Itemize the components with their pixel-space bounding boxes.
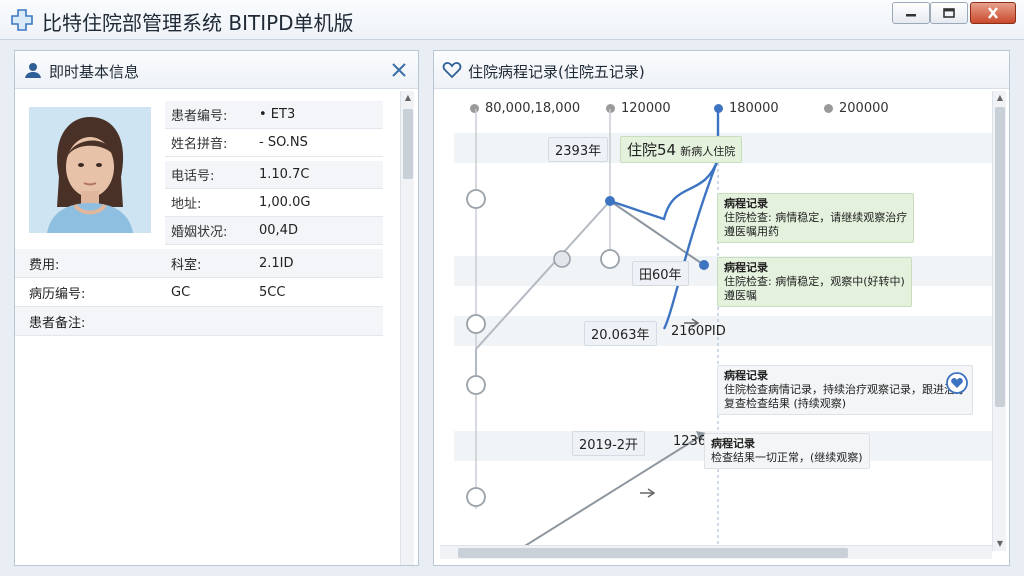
window-title: 比特住院部管理系统 BITIPD单机版: [42, 11, 354, 35]
timeline-arrow-head: [640, 488, 656, 498]
extra-row: 患者备注:: [15, 307, 383, 336]
timeline-tag[interactable]: 住院54 新病人住院: [620, 136, 743, 163]
progress-note[interactable]: 病程记录 住院检查: 病情稳定，观察中(好转中) 遵医嘱: [717, 257, 912, 307]
timeline-tag[interactable]: 2160PID: [664, 321, 733, 342]
extra-label: 病历编号:: [29, 286, 86, 302]
progress-notes-title: 住院病程记录(住院五记录): [468, 63, 645, 81]
info-key: 电话号:: [171, 169, 215, 184]
scroll-thumb[interactable]: [403, 109, 413, 179]
timeline-node[interactable]: [466, 375, 486, 395]
note-heading: 病程记录: [724, 261, 768, 274]
patient-avatar-image: [29, 107, 151, 233]
info-value: 00,4D: [259, 223, 298, 238]
minimize-icon: [906, 14, 916, 17]
progress-note[interactable]: 病程记录 检查结果一切正常，(继续观察): [704, 433, 870, 469]
info-value: 1.10.7C: [259, 167, 310, 182]
right-vertical-scrollbar[interactable]: ▲ ▼: [992, 91, 1006, 551]
timeline-tag[interactable]: 2393年: [548, 137, 609, 162]
scroll-up-icon[interactable]: ▲: [993, 91, 1007, 105]
info-value: - SO.NS: [259, 135, 308, 150]
extra-row: 病历编号: GC 5CC: [15, 278, 383, 307]
timeline-node[interactable]: [553, 250, 571, 268]
timeline-tag[interactable]: 田60年: [632, 261, 689, 286]
info-key: 婚姻状况:: [171, 225, 228, 240]
minimize-button[interactable]: [892, 2, 930, 24]
timeline-tag-text: 住院54: [627, 141, 677, 159]
extra-value: 5CC: [259, 284, 286, 300]
maximize-button[interactable]: [930, 2, 968, 24]
info-key: 地址:: [171, 197, 202, 212]
patient-info-table: 患者编号: • ET3 姓名拼音: - SO.NS 电话号: 1.10.7C 地…: [165, 101, 383, 245]
progress-note[interactable]: 病程记录 住院检查病情记录，持续治疗观察记录，跟进治疗 复查检查结果 (持续观察…: [717, 365, 973, 415]
extra-label: 费用:: [29, 257, 60, 273]
close-icon: [988, 7, 998, 19]
medical-cross-icon: [11, 9, 33, 31]
timeline-node-active[interactable]: [699, 260, 709, 270]
note-heading: 病程记录: [711, 437, 755, 450]
info-row: 地址: 1,00.0G: [165, 189, 383, 217]
extra-key: 科室:: [171, 257, 202, 273]
extra-label: 患者备注:: [29, 315, 86, 331]
note-body: 住院检查: 病情稳定，请继续观察治疗 遵医嘱用药: [724, 211, 908, 238]
patient-info-title: 即时基本信息: [49, 63, 140, 81]
timeline-node[interactable]: [466, 314, 486, 334]
scroll-thumb[interactable]: [458, 548, 848, 558]
extra-key: GC: [171, 284, 191, 300]
note-body: 住院检查: 病情稳定，观察中(好转中) 遵医嘱: [724, 275, 905, 302]
right-horizontal-scrollbar[interactable]: [440, 545, 992, 559]
note-body: 检查结果一切正常，(继续观察): [711, 451, 863, 464]
timeline-tag[interactable]: 20.063年: [584, 321, 657, 346]
note-heading: 病程记录: [724, 369, 768, 382]
timeline-tag-note: 新病人住院: [680, 145, 736, 158]
info-value: 1,00.0G: [259, 195, 311, 210]
timeline-node[interactable]: [466, 189, 486, 209]
progress-notes-panel: 住院病程记录(住院五记录) 80,000,18,000 120000 18000…: [433, 50, 1010, 566]
note-heading: 病程记录: [724, 197, 768, 210]
extra-row: 费用: 科室: 2.1ID: [15, 249, 383, 278]
info-key: 姓名拼音:: [171, 137, 228, 152]
patient-extra-table: 费用: 科室: 2.1ID 病历编号: GC 5CC 患者备注:: [15, 249, 383, 336]
timeline-node[interactable]: [600, 249, 620, 269]
patient-photo: [29, 107, 151, 233]
restore-icon: [943, 8, 955, 18]
info-key: 患者编号:: [171, 109, 228, 124]
timeline-branch-line: [609, 200, 705, 266]
user-group-icon: [25, 63, 41, 78]
progress-note[interactable]: 病程记录 住院检查: 病情稳定，请继续观察治疗 遵医嘱用药: [717, 193, 915, 243]
left-vertical-scrollbar[interactable]: ▲: [400, 91, 414, 565]
info-row: 患者编号: • ET3: [165, 101, 383, 129]
scroll-thumb[interactable]: [995, 107, 1005, 407]
title-bar: 比特住院部管理系统 BITIPD单机版: [0, 0, 1024, 40]
heart-badge-icon[interactable]: [945, 371, 969, 395]
info-row: 电话号: 1.10.7C: [165, 161, 383, 189]
info-row: 婚姻状况: 00,4D: [165, 217, 383, 245]
timeline-node[interactable]: [466, 487, 486, 507]
info-row: 姓名拼音: - SO.NS: [165, 129, 383, 157]
scroll-down-icon[interactable]: ▼: [993, 537, 1007, 551]
patient-info-panel: 即时基本信息 患者编号: • ET3 姓名拼音: - SO.NS 电话号: 1.…: [14, 50, 419, 566]
close-button[interactable]: [970, 2, 1016, 24]
patient-info-header: 即时基本信息: [15, 51, 418, 89]
extra-value: 2.1ID: [259, 255, 294, 271]
timeline-node-active[interactable]: [605, 196, 615, 206]
panel-close-icon[interactable]: [390, 61, 408, 79]
note-body: 住院检查病情记录，持续治疗观察记录，跟进治疗 复查检查结果 (持续观察): [724, 383, 966, 410]
info-value: • ET3: [259, 107, 296, 122]
timeline-branch-line: [475, 200, 611, 385]
timeline-tag[interactable]: 2019-2开: [572, 431, 646, 456]
heart-icon: [442, 62, 462, 79]
progress-notes-header: 住院病程记录(住院五记录): [434, 51, 1009, 89]
scroll-up-icon[interactable]: ▲: [401, 91, 415, 105]
